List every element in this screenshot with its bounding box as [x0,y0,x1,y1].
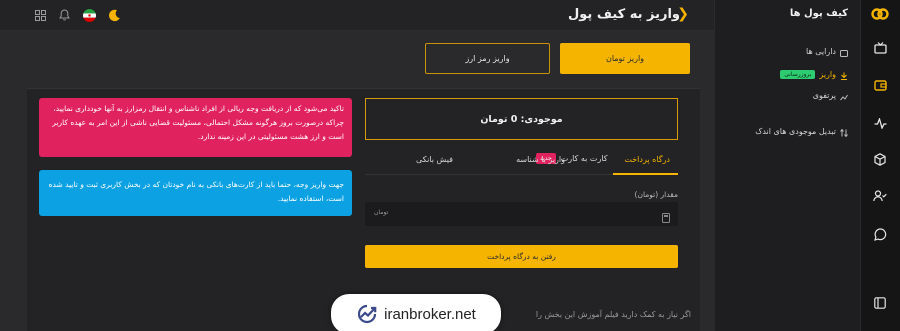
tab-bank-receipt[interactable]: فیش بانکی [416,155,453,164]
balance-text: موجودی: 0 تومان [480,113,563,125]
deposit-icon [840,65,848,84]
go-to-gateway-button[interactable]: رفتن به درگاه پرداخت [365,245,678,268]
sidebar-item-label: پرتفوی [812,91,836,100]
tab-deposit-by-id[interactable]: واریز با شناسه [516,155,565,164]
tab-label: کارت به کارت [560,154,608,163]
amount-input[interactable]: تومان [365,202,678,226]
sidebar-item-label: دارایی ها [806,47,836,56]
sidebar-item-convert-dust[interactable]: تبدیل موجودی های اندک [755,122,848,141]
toman-deposit-tab[interactable]: واریز تومان [560,43,690,74]
crypto-deposit-tab[interactable]: واریز رمز ارز [425,43,550,74]
sidebar-item-deposit[interactable]: واریز بروزرسانی [780,65,848,84]
pulse-icon[interactable] [860,112,900,134]
apps-grid-icon[interactable] [33,8,47,22]
balance-display: موجودی: 0 تومان [365,98,678,140]
active-tab-indicator [613,173,678,175]
logo-icon[interactable] [860,3,900,25]
sidebar-title: کیف پول ها [789,8,848,19]
iran-flag-icon[interactable] [82,8,96,22]
wallet-icon [840,42,848,61]
moon-icon[interactable] [107,8,121,22]
watermark-text: iranbroker.net [384,305,476,323]
convert-icon [840,122,848,141]
amount-label: مقدار (تومان) [634,190,678,199]
help-text: اگر نیاز به کمک دارید فیلم آموزش این بخش… [535,310,691,319]
tab-payment-gateway[interactable]: درگاه پرداخت [624,155,670,164]
sidebar-item-portfolio[interactable]: پرتفوی [813,86,848,105]
chart-icon [840,86,848,105]
trend-logo-icon [358,304,377,324]
tv-icon[interactable] [860,37,900,59]
cube-icon[interactable] [860,148,900,170]
sidebar-toggle-icon[interactable] [860,292,900,314]
sidebar-item-label: واریز [819,70,836,79]
page-title: واریز به کیف پول [568,7,680,22]
wallet-icon[interactable] [860,74,900,96]
chat-icon[interactable] [860,223,900,245]
info-alert: جهت واریز وجه، حتما باید از کارت‌های بان… [39,170,352,216]
sidebar-item-assets[interactable]: دارایی ها [806,42,848,61]
update-badge: بروزرسانی [780,70,816,79]
warning-alert: تاکید می‌شود که از دریافت وجه ریالی از ا… [39,98,352,157]
chevron-right-icon[interactable]: ❯ [677,6,689,22]
amount-unit: تومان [374,209,389,216]
bell-icon[interactable] [57,8,71,22]
calculator-icon [662,208,670,227]
sidebar-item-label: تبدیل موجودی های اندک [755,127,836,136]
user-check-icon[interactable] [860,185,900,207]
watermark: iranbroker.net [331,294,501,331]
